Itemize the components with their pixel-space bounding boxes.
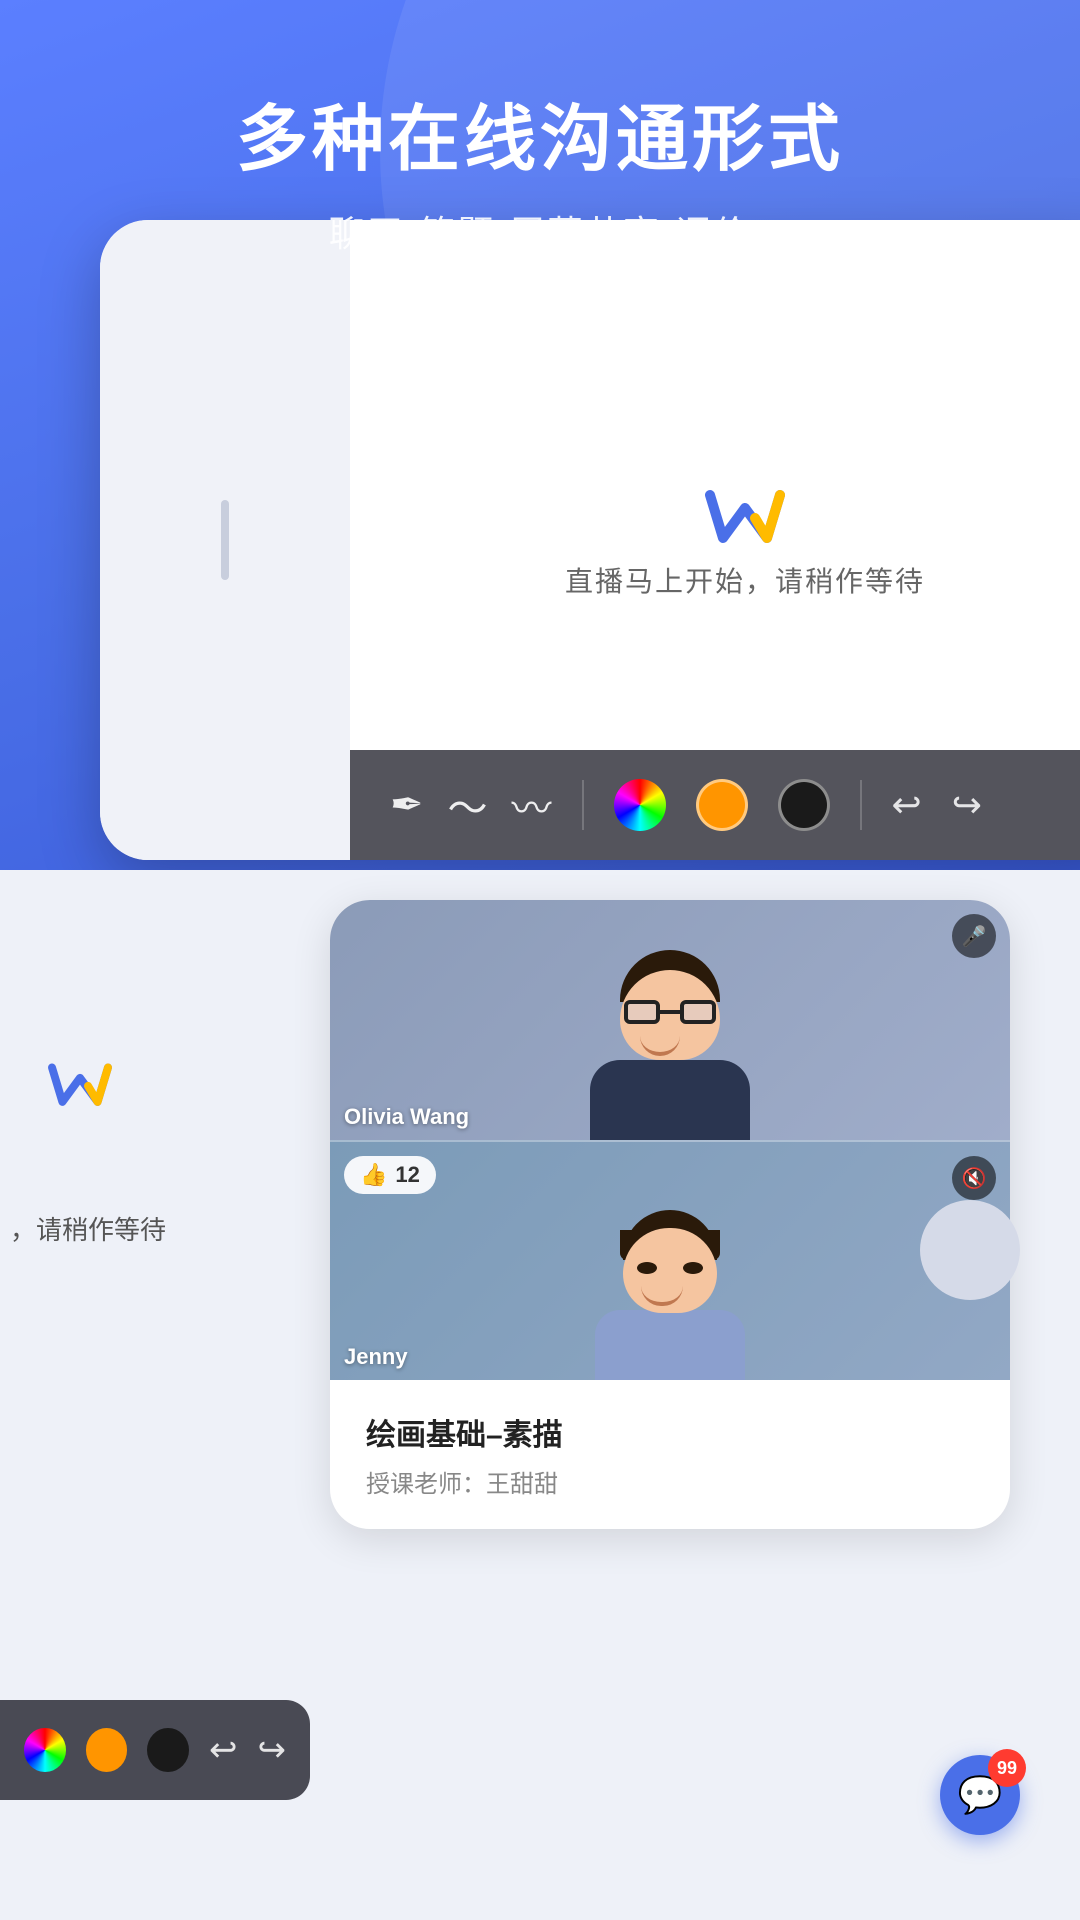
color-black-button[interactable] [778, 779, 830, 831]
brush-tool-3[interactable]: 〰 [512, 776, 552, 834]
teacher-name-badge: Olivia Wang [344, 1104, 469, 1130]
student-name-badge: Jenny [344, 1344, 408, 1370]
student-video-panel: 👍 12 🔇 📷 Jenny [330, 1140, 1010, 1380]
left-waiting-text: ，请稍作等待 [10, 1210, 166, 1247]
main-title: 多种在线沟通形式 [0, 80, 1080, 185]
sub-title: 聊天·答题·屏幕共享·评价 [0, 205, 1080, 257]
app-logo-large [695, 480, 795, 560]
tablet-mockup: 直播马上开始，请稍作等待 ✒ 〜 〰 ↩ ↪ [100, 220, 1080, 860]
teacher-video-panel: 🎤 Olivia Wang [330, 900, 1010, 1140]
like-count: 12 [395, 1162, 419, 1188]
student-avatar [580, 1180, 760, 1380]
floating-decoration [920, 1200, 1020, 1300]
mini-color-orange[interactable] [86, 1728, 128, 1772]
like-thumb-icon: 👍 [360, 1162, 387, 1188]
tablet-sidebar [100, 220, 350, 860]
header-text: 多种在线沟通形式 聊天·答题·屏幕共享·评价 [0, 0, 1080, 257]
student-mute-badge[interactable]: 🔇 [952, 1156, 996, 1200]
teacher-avatar [580, 920, 760, 1140]
course-title: 绘画基础–素描 [366, 1410, 974, 1454]
video-grid: 🎤 Olivia Wang [330, 900, 1010, 1380]
mini-redo-button[interactable]: ↪ [258, 1730, 287, 1770]
sidebar-handle [221, 500, 229, 580]
brush-tool-1[interactable]: ✒ [390, 782, 424, 828]
student-like-badge: 👍 12 [344, 1156, 436, 1194]
redo-button[interactable]: ↪ [952, 784, 982, 826]
app-logo-small [40, 1055, 120, 1120]
bottom-card: 🎤 Olivia Wang [330, 900, 1010, 1529]
course-teacher: 授课老师：王甜甜 [366, 1464, 974, 1499]
toolbar-divider [582, 780, 584, 830]
chat-badge: 99 [988, 1749, 1026, 1787]
course-info: 绘画基础–素描 授课老师：王甜甜 [330, 1380, 1010, 1529]
tablet-toolbar: ✒ 〜 〰 ↩ ↪ [350, 750, 1080, 860]
brush-tool-2[interactable]: 〜 [448, 776, 488, 834]
waiting-text: 直播马上开始，请稍作等待 [565, 560, 925, 600]
mini-color-black[interactable] [147, 1728, 189, 1772]
toolbar-divider-2 [860, 780, 862, 830]
chat-fab-button[interactable]: 💬 99 [940, 1755, 1020, 1835]
mini-toolbar: ↩ ↪ [0, 1700, 310, 1800]
color-orange-button[interactable] [696, 779, 748, 831]
toolbar-brush-tools: ✒ 〜 〰 [390, 776, 552, 834]
mini-color-picker[interactable] [24, 1728, 66, 1772]
undo-button[interactable]: ↩ [892, 784, 922, 826]
mini-undo-button[interactable]: ↩ [209, 1730, 238, 1770]
teacher-mic-badge[interactable]: 🎤 [952, 914, 996, 958]
color-picker-button[interactable] [614, 779, 666, 831]
top-section: 多种在线沟通形式 聊天·答题·屏幕共享·评价 直播马上开始，请稍作等待 ✒ 〜 [0, 0, 1080, 870]
bottom-section: ，请稍作等待 ↩ ↪ [0, 870, 1080, 1920]
